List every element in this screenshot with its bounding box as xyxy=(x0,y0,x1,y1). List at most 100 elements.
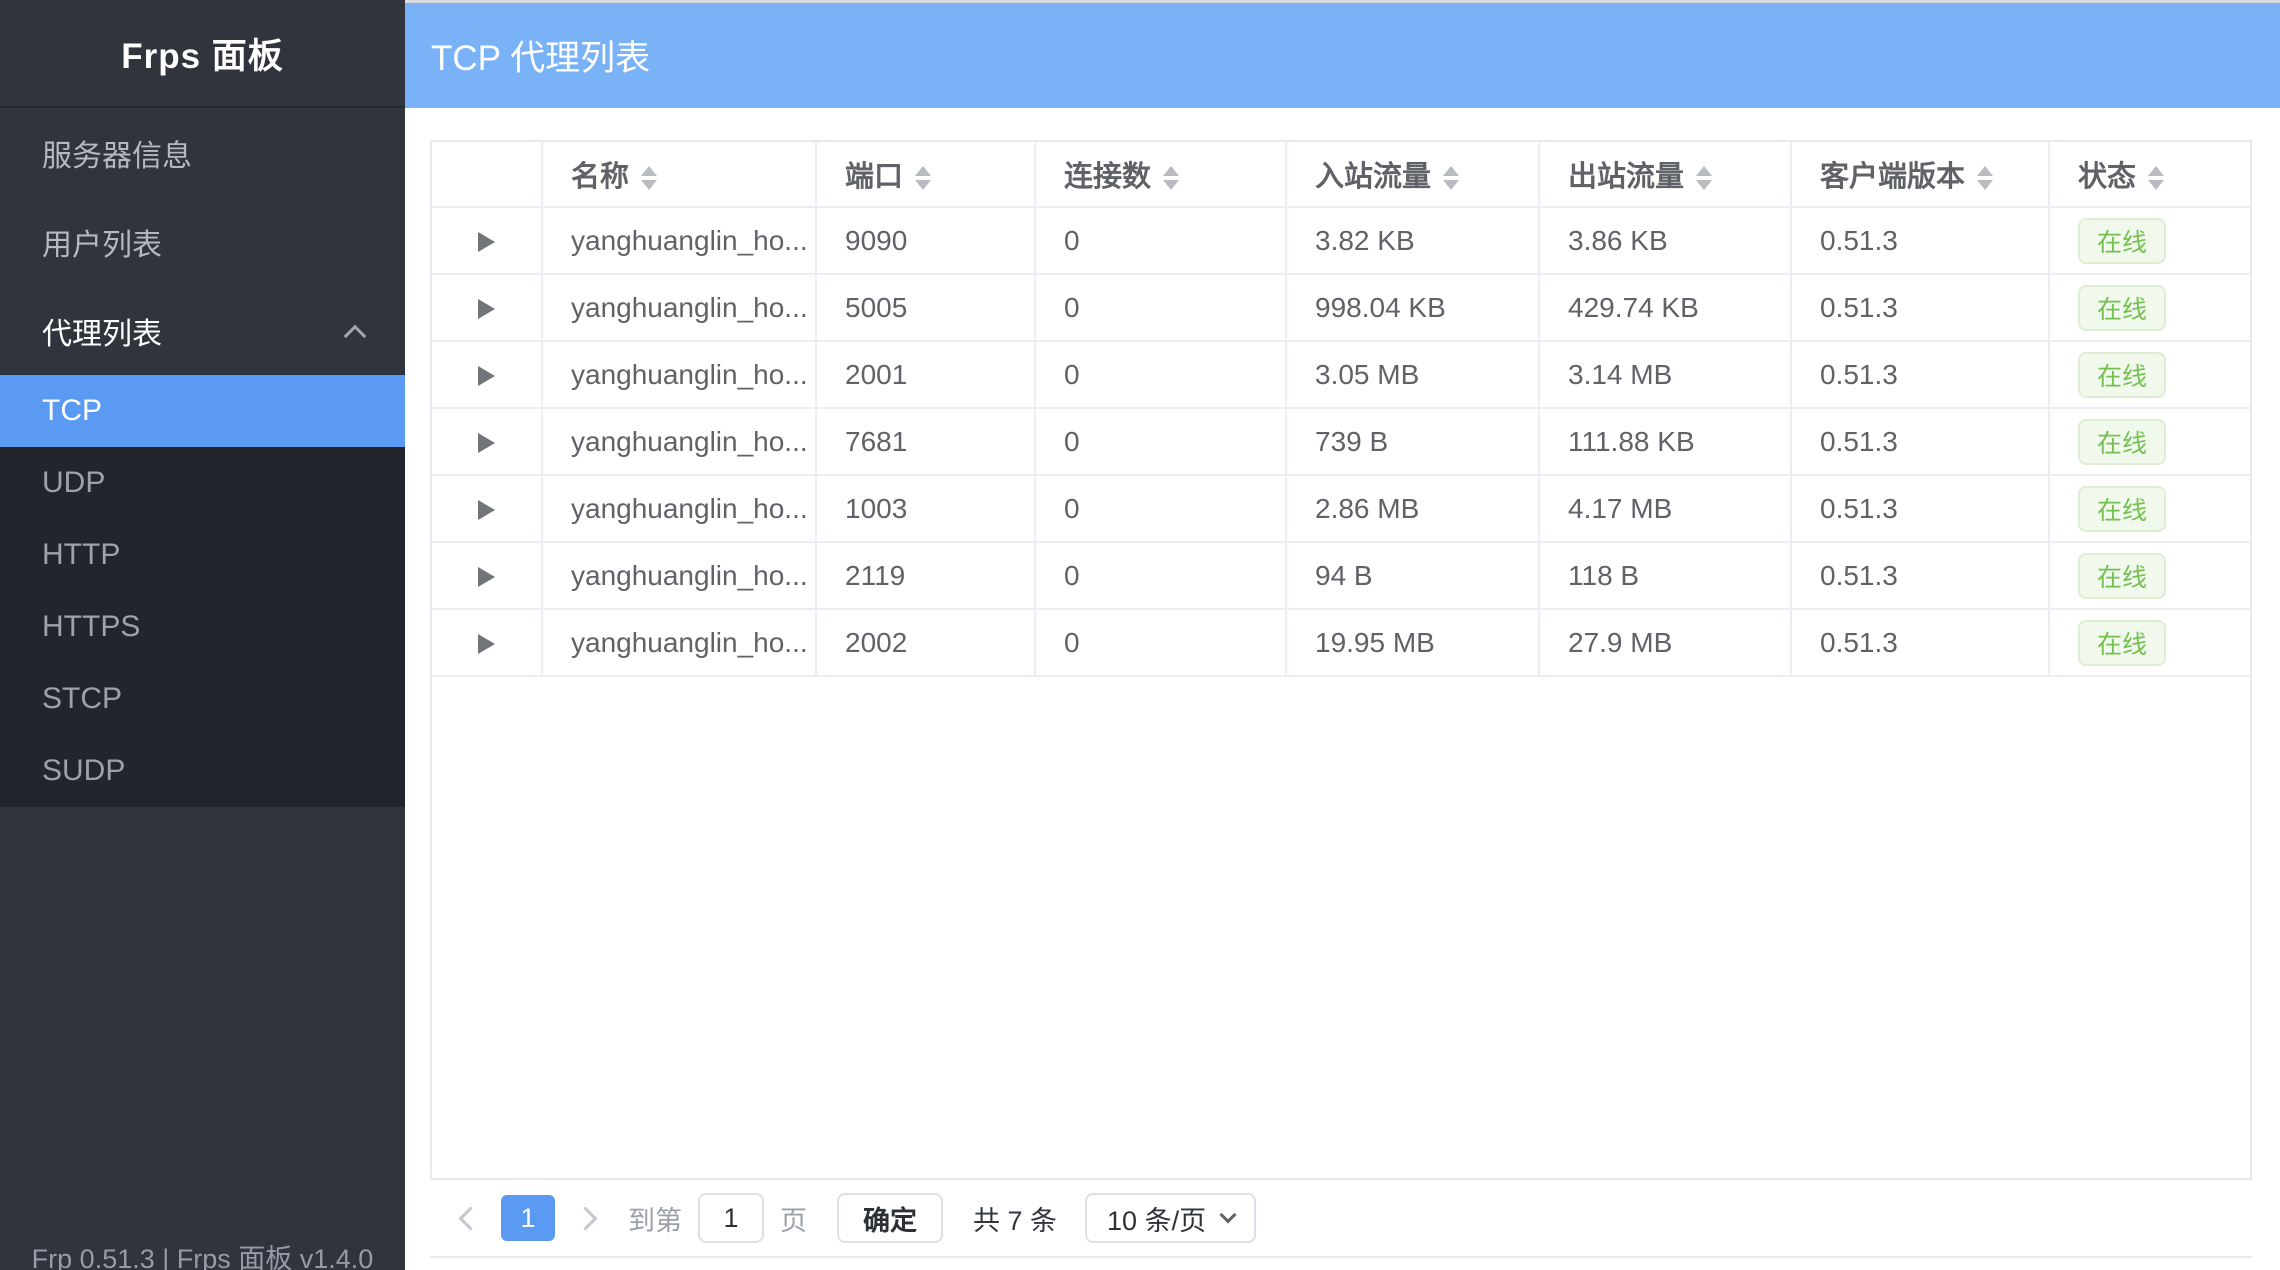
column-header-label: 客户端版本 xyxy=(1820,161,1965,193)
cell-name: yanghuanglin_ho... xyxy=(543,342,817,409)
page-size-value: 10 条/页 xyxy=(1107,1199,1206,1238)
cell-status: 在线 xyxy=(2050,610,2250,677)
goto-suffix-label: 页 xyxy=(780,1199,807,1238)
row-expand-cell[interactable] xyxy=(432,409,543,476)
expand-arrow-icon xyxy=(478,500,495,520)
table-row: yanghuanglin_ho... 2119 0 94 B 118 B 0.5… xyxy=(432,543,2250,610)
main-area: TCP 代理列表 名称 端口 连接数 入站流量 出站流量 客户端版本 状态 ya… xyxy=(405,0,2280,1270)
cell-traffic-out: 4.17 MB xyxy=(1540,476,1792,543)
cell-status: 在线 xyxy=(2050,476,2250,543)
sidebar-item-proxy-list[interactable]: 代理列表 xyxy=(0,286,405,375)
row-expand-cell[interactable] xyxy=(432,208,543,275)
sidebar-subitem-label: TCP xyxy=(42,394,102,428)
column-header-traffic_out[interactable]: 出站流量 xyxy=(1540,142,1792,208)
row-expand-cell[interactable] xyxy=(432,610,543,677)
cell-status: 在线 xyxy=(2050,342,2250,409)
cell-connections: 0 xyxy=(1036,476,1287,543)
sort-carets-icon xyxy=(1443,166,1459,190)
cell-name: yanghuanglin_ho... xyxy=(543,208,817,275)
cell-status: 在线 xyxy=(2050,208,2250,275)
column-header-port[interactable]: 端口 xyxy=(817,142,1036,208)
sort-carets-icon xyxy=(915,166,931,190)
row-expand-cell[interactable] xyxy=(432,342,543,409)
cell-client-version: 0.51.3 xyxy=(1792,476,2050,543)
column-header-name[interactable]: 名称 xyxy=(543,142,817,208)
sort-carets-icon xyxy=(1163,166,1179,190)
expand-arrow-icon xyxy=(478,634,495,654)
prev-page-button[interactable] xyxy=(458,1206,482,1230)
cell-connections: 0 xyxy=(1036,208,1287,275)
table-header-row: 名称 端口 连接数 入站流量 出站流量 客户端版本 状态 xyxy=(432,142,2250,208)
goto-page-input[interactable] xyxy=(698,1193,764,1243)
cell-name: yanghuanglin_ho... xyxy=(543,543,817,610)
status-badge: 在线 xyxy=(2078,285,2166,331)
row-expand-cell[interactable] xyxy=(432,543,543,610)
sort-carets-icon xyxy=(2148,166,2164,190)
column-header-label: 名称 xyxy=(571,161,629,193)
cell-traffic-in: 3.05 MB xyxy=(1287,342,1540,409)
sidebar-subitem-label: STCP xyxy=(42,682,122,716)
cell-connections: 0 xyxy=(1036,409,1287,476)
status-badge: 在线 xyxy=(2078,486,2166,532)
page-size-select[interactable]: 10 条/页 xyxy=(1085,1193,1256,1243)
sidebar-item-label: 服务器信息 xyxy=(42,131,192,175)
status-badge: 在线 xyxy=(2078,620,2166,666)
cell-traffic-out: 118 B xyxy=(1540,543,1792,610)
table-row: yanghuanglin_ho... 9090 0 3.82 KB 3.86 K… xyxy=(432,208,2250,275)
cell-traffic-in: 739 B xyxy=(1287,409,1540,476)
sidebar-subitem-stcp[interactable]: STCP xyxy=(0,663,405,735)
page-title: TCP 代理列表 xyxy=(431,30,650,81)
row-expand-cell[interactable] xyxy=(432,476,543,543)
table-row: yanghuanglin_ho... 1003 0 2.86 MB 4.17 M… xyxy=(432,476,2250,543)
sidebar-item-server-info[interactable]: 服务器信息 xyxy=(0,108,405,197)
cell-traffic-in: 3.82 KB xyxy=(1287,208,1540,275)
column-header-client_version[interactable]: 客户端版本 xyxy=(1792,142,2050,208)
status-badge: 在线 xyxy=(2078,218,2166,264)
sidebar-subitem-label: SUDP xyxy=(42,754,125,788)
cell-name: yanghuanglin_ho... xyxy=(543,275,817,342)
column-header-traffic_in[interactable]: 入站流量 xyxy=(1287,142,1540,208)
cell-status: 在线 xyxy=(2050,409,2250,476)
cell-client-version: 0.51.3 xyxy=(1792,610,2050,677)
cell-name: yanghuanglin_ho... xyxy=(543,409,817,476)
row-expand-cell[interactable] xyxy=(432,275,543,342)
sort-carets-icon xyxy=(641,166,657,190)
cell-traffic-out: 429.74 KB xyxy=(1540,275,1792,342)
cell-port: 7681 xyxy=(817,409,1036,476)
sidebar-item-label: 代理列表 xyxy=(42,309,162,353)
next-page-button[interactable] xyxy=(573,1206,597,1230)
column-header-label: 入站流量 xyxy=(1315,161,1431,193)
sidebar-subitem-https[interactable]: HTTPS xyxy=(0,591,405,663)
column-header-label: 出站流量 xyxy=(1568,161,1684,193)
status-badge: 在线 xyxy=(2078,553,2166,599)
column-header-status[interactable]: 状态 xyxy=(2050,142,2250,208)
proxy-table: 名称 端口 连接数 入站流量 出站流量 客户端版本 状态 yanghuangli… xyxy=(432,142,2250,677)
status-badge: 在线 xyxy=(2078,419,2166,465)
expand-arrow-icon xyxy=(478,366,495,386)
cell-client-version: 0.51.3 xyxy=(1792,543,2050,610)
sidebar-subitem-label: HTTP xyxy=(42,538,120,572)
cell-port: 5005 xyxy=(817,275,1036,342)
sidebar-item-user-list[interactable]: 用户列表 xyxy=(0,197,405,286)
app-title: Frps 面板 xyxy=(0,0,405,108)
cell-client-version: 0.51.3 xyxy=(1792,409,2050,476)
table-row: yanghuanglin_ho... 2002 0 19.95 MB 27.9 … xyxy=(432,610,2250,677)
table-row: yanghuanglin_ho... 5005 0 998.04 KB 429.… xyxy=(432,275,2250,342)
expand-arrow-icon xyxy=(478,232,495,252)
cell-port: 2002 xyxy=(817,610,1036,677)
sidebar-subitem-sudp[interactable]: SUDP xyxy=(0,735,405,807)
sidebar-subitem-udp[interactable]: UDP xyxy=(0,447,405,519)
page-header: TCP 代理列表 xyxy=(405,3,2280,108)
cell-traffic-in: 19.95 MB xyxy=(1287,610,1540,677)
confirm-button[interactable]: 确定 xyxy=(837,1193,943,1243)
sidebar-subitem-tcp[interactable]: TCP xyxy=(0,375,405,447)
expand-arrow-icon xyxy=(478,433,495,453)
sidebar-subitem-http[interactable]: HTTP xyxy=(0,519,405,591)
expand-arrow-icon xyxy=(478,567,495,587)
sidebar: Frps 面板 服务器信息 用户列表 代理列表 TCP UDP HTTP HTT… xyxy=(0,0,405,1270)
cell-connections: 0 xyxy=(1036,275,1287,342)
page-number-button[interactable]: 1 xyxy=(501,1195,555,1241)
cell-client-version: 0.51.3 xyxy=(1792,275,2050,342)
column-header-connections[interactable]: 连接数 xyxy=(1036,142,1287,208)
chevron-down-icon xyxy=(1220,1207,1237,1224)
